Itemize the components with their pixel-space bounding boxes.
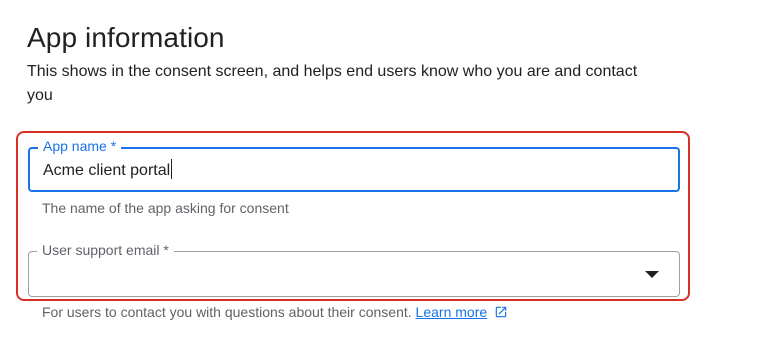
page-title: App information (27, 22, 225, 53)
app-name-hint: The name of the app asking for consent (42, 200, 289, 216)
app-name-value: Acme client portal (43, 162, 171, 179)
user-support-email-hint: For users to contact you with questions … (42, 304, 508, 320)
app-name-field[interactable]: App name * Acme client portal (28, 137, 680, 192)
app-name-input[interactable]: Acme client portal (43, 159, 173, 180)
open-in-new-icon[interactable] (494, 305, 508, 319)
page-description: This shows in the consent screen, and he… (27, 63, 638, 104)
learn-more-link[interactable]: Learn more (416, 304, 488, 320)
user-support-email-hint-text: For users to contact you with questions … (42, 304, 412, 320)
user-support-email-select[interactable]: User support email * (28, 241, 680, 297)
text-caret (171, 159, 173, 179)
user-support-email-label: User support email * (37, 241, 174, 259)
app-name-label: App name * (38, 137, 122, 155)
dropdown-arrow-icon[interactable] (645, 271, 659, 278)
